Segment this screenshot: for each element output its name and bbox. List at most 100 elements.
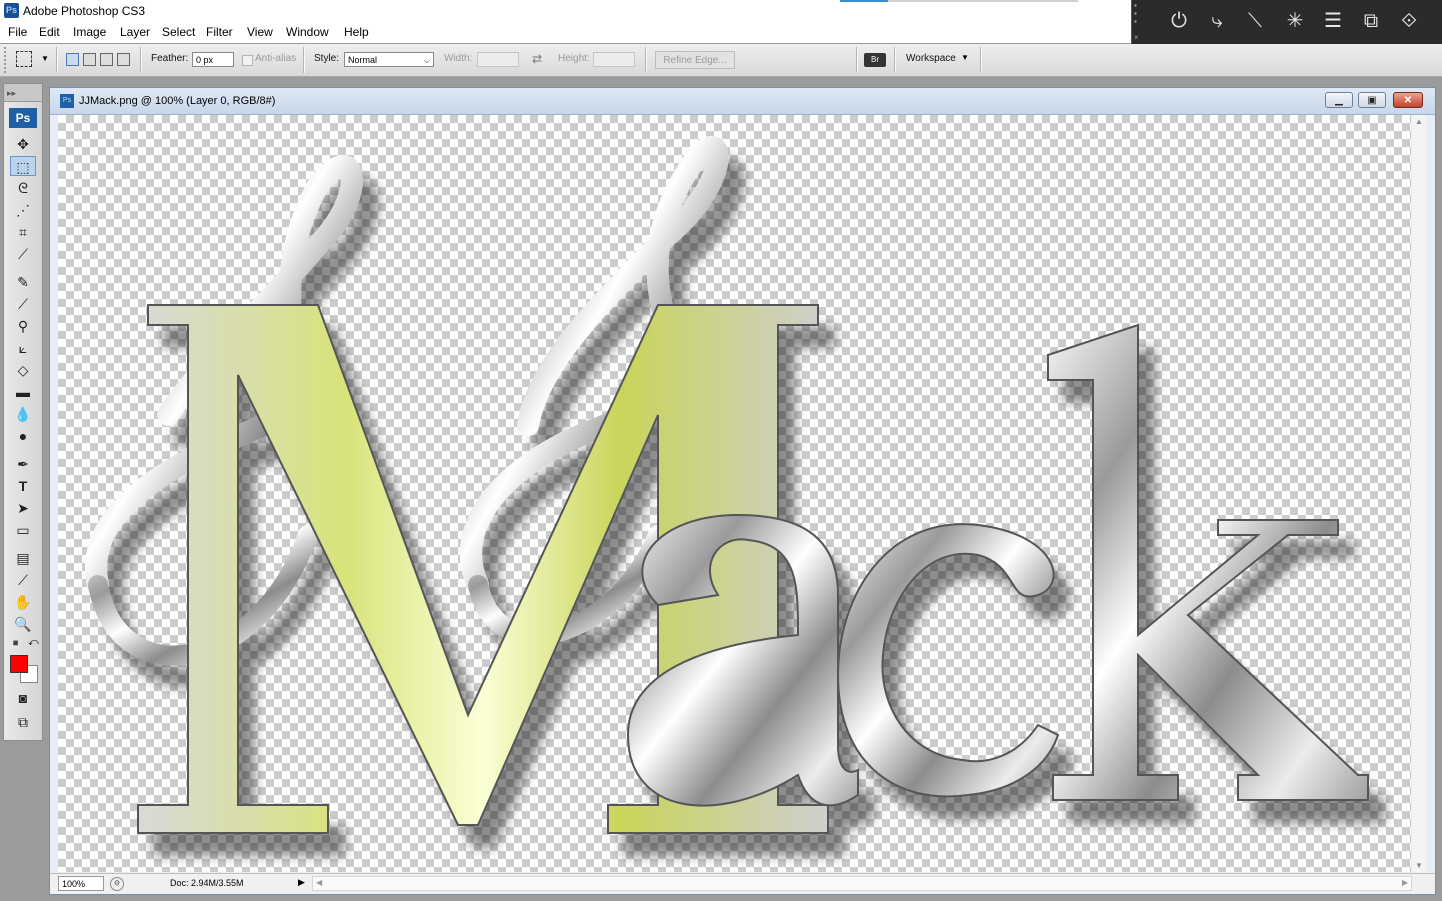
foreground-color-swatch[interactable] bbox=[10, 655, 28, 673]
sparkle-icon[interactable]: ✳ bbox=[1280, 6, 1310, 36]
bridge-icon[interactable]: Br bbox=[864, 53, 886, 67]
document-title: JJMack.png @ 100% (Layer 0, RGB/8#) bbox=[79, 95, 276, 107]
menu-file[interactable]: File bbox=[8, 25, 27, 39]
antialias-checkbox[interactable] bbox=[242, 55, 253, 66]
move-tool-icon[interactable]: ✥ bbox=[10, 134, 36, 154]
transform-icon[interactable]: ⟐ bbox=[1394, 6, 1424, 36]
default-colors-icon[interactable]: ◾ bbox=[10, 638, 21, 649]
menu-edit[interactable]: Edit bbox=[39, 25, 60, 39]
new-selection-icon[interactable] bbox=[66, 53, 79, 66]
menu-select[interactable]: Select bbox=[162, 25, 195, 39]
options-separator bbox=[894, 47, 896, 73]
options-separator bbox=[140, 47, 142, 73]
screen-mode-icon[interactable]: ⧉ bbox=[10, 712, 36, 732]
height-input[interactable] bbox=[593, 52, 635, 67]
swap-colors-icon[interactable]: ⤺ bbox=[28, 637, 39, 648]
path-selection-tool-icon[interactable]: ➤ bbox=[10, 498, 36, 518]
line-tool-icon[interactable]: ⟍ bbox=[1240, 6, 1270, 36]
subtract-selection-icon[interactable] bbox=[100, 53, 113, 66]
status-options-icon[interactable]: ⊙ bbox=[110, 877, 124, 891]
style-select[interactable]: Normal ⌵ bbox=[344, 52, 434, 67]
menu-bar: File Edit Image Layer Select Filter View… bbox=[0, 22, 1131, 43]
history-brush-tool-icon[interactable]: ⟀ bbox=[10, 338, 36, 358]
feather-input[interactable]: 0 px bbox=[192, 52, 234, 67]
image-canvas[interactable] bbox=[58, 115, 1411, 872]
crop-frame-icon[interactable]: ⧉ bbox=[1356, 6, 1386, 36]
style-label: Style: bbox=[314, 53, 340, 64]
horizontal-scrollbar[interactable]: ◀ ▶ bbox=[312, 876, 1412, 891]
scroll-right-icon[interactable]: ▶ bbox=[1402, 878, 1408, 887]
eraser-tool-icon[interactable]: ◇ bbox=[10, 360, 36, 380]
status-menu-arrow-icon[interactable]: ▶ bbox=[298, 877, 305, 888]
type-tool-icon[interactable]: T bbox=[10, 476, 36, 496]
menu-window[interactable]: Window bbox=[286, 25, 329, 39]
refine-edge-button[interactable]: Refine Edge... bbox=[655, 51, 735, 69]
lasso-tool-icon[interactable]: ᘓ bbox=[10, 178, 36, 198]
options-grip-icon[interactable] bbox=[4, 47, 12, 73]
document-ps-icon: Ps bbox=[60, 94, 74, 108]
chevron-down-icon[interactable]: ▼ bbox=[961, 53, 969, 62]
feather-label: Feather: bbox=[151, 53, 189, 64]
menu-help[interactable]: Help bbox=[344, 25, 369, 39]
blur-tool-icon[interactable]: 💧 bbox=[10, 404, 36, 424]
chevron-down-icon[interactable]: ▼ bbox=[41, 54, 49, 63]
brush-tool-icon[interactable]: ⟋ bbox=[10, 294, 36, 314]
crop-tool-icon[interactable]: ⌗ bbox=[10, 222, 36, 242]
clone-stamp-tool-icon[interactable]: ⚲ bbox=[10, 316, 36, 336]
notes-tool-icon[interactable]: ▤ bbox=[10, 548, 36, 568]
tool-widget-panel: ▪ ▪ ▪ × ⏻ ⤷ ⟍ ✳ ☰ ⧉ ⟐ bbox=[1131, 0, 1442, 44]
scroll-up-icon[interactable]: ▲ bbox=[1415, 117, 1423, 126]
scroll-left-icon[interactable]: ◀ bbox=[316, 878, 322, 887]
align-lines-icon[interactable]: ☰ bbox=[1318, 6, 1348, 36]
minimize-button[interactable]: ▁ bbox=[1325, 92, 1353, 108]
slice-tool-icon[interactable]: ⟋ bbox=[10, 244, 36, 264]
power-icon[interactable]: ⏻ bbox=[1164, 6, 1194, 36]
path-node-icon[interactable]: ⤷ bbox=[1202, 6, 1232, 36]
titlebar-accent bbox=[840, 0, 888, 2]
rect-marquee-preset-icon[interactable] bbox=[16, 51, 32, 67]
workspace-menu[interactable]: Workspace bbox=[906, 53, 956, 64]
swap-dimensions-icon[interactable]: ⇄ bbox=[532, 52, 542, 66]
menu-view[interactable]: View bbox=[247, 25, 273, 39]
scroll-down-icon[interactable]: ▼ bbox=[1415, 861, 1423, 870]
healing-brush-tool-icon[interactable]: ✎ bbox=[10, 272, 36, 292]
maximize-button[interactable]: ▣ bbox=[1358, 92, 1386, 108]
gradient-tool-icon[interactable]: ▬ bbox=[10, 382, 36, 402]
ps-logo[interactable]: Ps bbox=[9, 108, 37, 128]
shape-tool-icon[interactable]: ▭ bbox=[10, 520, 36, 540]
app-title: Adobe Photoshop CS3 bbox=[23, 4, 146, 18]
options-separator bbox=[980, 47, 982, 73]
grip-icon[interactable]: ▪ ▪ ▪ × bbox=[1134, 2, 1144, 42]
menu-image[interactable]: Image bbox=[73, 25, 106, 39]
options-separator bbox=[303, 47, 305, 73]
width-label: Width: bbox=[444, 53, 473, 64]
document-titlebar[interactable]: Ps JJMack.png @ 100% (Layer 0, RGB/8#) ▁… bbox=[50, 88, 1435, 115]
width-input[interactable] bbox=[477, 52, 519, 67]
height-label: Height: bbox=[558, 53, 590, 64]
chevron-down-icon: ⌵ bbox=[423, 56, 430, 65]
menu-filter[interactable]: Filter bbox=[206, 25, 233, 39]
hand-tool-icon[interactable]: ✋ bbox=[10, 592, 36, 612]
vertical-scrollbar[interactable]: ▲ ▼ bbox=[1412, 115, 1426, 872]
quick-mask-icon[interactable]: ◙ bbox=[10, 688, 36, 708]
eyedropper-tool-icon[interactable]: ⟋ bbox=[10, 570, 36, 590]
zoom-tool-icon[interactable]: 🔍 bbox=[10, 614, 36, 634]
zoom-level-input[interactable]: 100% bbox=[58, 876, 104, 891]
photoshop-app-icon: Ps bbox=[4, 3, 19, 18]
menu-layer[interactable]: Layer bbox=[120, 25, 150, 39]
pen-tool-icon[interactable]: ✒ bbox=[10, 454, 36, 474]
antialias-label: Anti-alias bbox=[255, 53, 297, 64]
close-button[interactable]: ✕ bbox=[1393, 92, 1423, 108]
magic-wand-tool-icon[interactable]: ⋰ bbox=[10, 200, 36, 220]
document-size-info: Doc: 2.94M/3.55M bbox=[170, 878, 244, 888]
style-select-value: Normal bbox=[348, 55, 378, 65]
options-separator bbox=[56, 47, 58, 73]
dodge-tool-icon[interactable]: ● bbox=[10, 426, 36, 446]
titlebar-divider bbox=[888, 0, 1078, 2]
add-selection-icon[interactable] bbox=[83, 53, 96, 66]
marquee-tool-icon[interactable]: ⬚ bbox=[10, 156, 36, 176]
toolbox-header[interactable]: ▸▸ bbox=[4, 84, 42, 102]
status-bar: 100% ⊙ Doc: 2.94M/3.55M ▶ ◀ ▶ bbox=[50, 873, 1435, 894]
document-window: Ps JJMack.png @ 100% (Layer 0, RGB/8#) ▁… bbox=[49, 87, 1436, 895]
intersect-selection-icon[interactable] bbox=[117, 53, 130, 66]
